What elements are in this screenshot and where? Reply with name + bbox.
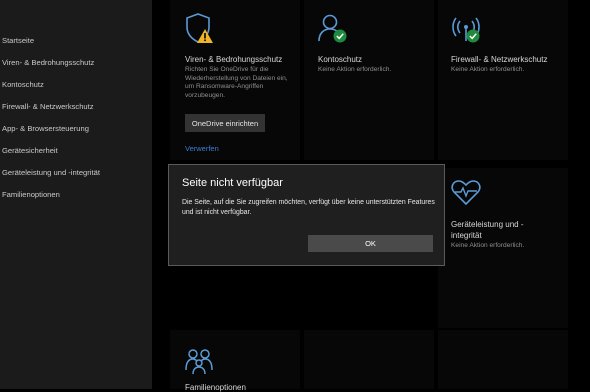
sidebar-item-home[interactable]: Startseite	[2, 36, 34, 45]
shield-warning-icon	[186, 13, 213, 43]
virus-tile-description: Richten Sie OneDrive für die Wiederherst…	[185, 66, 288, 100]
sidebar-item-firewall[interactable]: Firewall- & Netzwerkschutz	[2, 102, 94, 111]
sidebar-item-account-protection[interactable]: Kontoschutz	[2, 80, 44, 89]
setup-onedrive-button[interactable]: OneDrive einrichten	[185, 114, 265, 132]
dismiss-link[interactable]: Verwerfen	[185, 144, 219, 153]
firewall-tile-status: Keine Aktion erforderlich.	[451, 66, 525, 73]
firewall-tile-title: Firewall- & Netzwerkschutz	[451, 55, 548, 64]
page-unavailable-dialog: Seite nicht verfügbar Die Seite, auf die…	[168, 164, 445, 266]
sidebar-item-app-browser[interactable]: App- & Browsersteuerung	[2, 124, 89, 133]
account-tile-status: Keine Aktion erforderlich.	[318, 66, 392, 73]
heart-pulse-icon	[451, 180, 481, 206]
sidebar: Startseite Viren- & Bedrohungsschutz Kon…	[0, 0, 152, 389]
ok-button[interactable]: OK	[308, 235, 433, 252]
dialog-title: Seite nicht verfügbar	[182, 177, 283, 189]
family-icon	[185, 349, 213, 375]
tile-empty-2	[438, 330, 568, 389]
wifi-check-icon	[452, 17, 480, 43]
dialog-message: Die Seite, auf die Sie zugreifen möchten…	[182, 199, 435, 216]
performance-tile-title-line1: Geräteleistung und -	[451, 220, 524, 229]
sidebar-item-family[interactable]: Familienoptionen	[2, 190, 60, 199]
person-check-icon	[318, 14, 347, 43]
sidebar-item-virus-protection[interactable]: Viren- & Bedrohungsschutz	[2, 58, 94, 67]
sidebar-item-device-performance[interactable]: Geräteleistung und -integrität	[2, 168, 100, 177]
virus-tile-title: Viren- & Bedrohungsschutz	[185, 55, 283, 64]
sidebar-item-device-security[interactable]: Gerätesicherheit	[2, 146, 58, 155]
family-tile-title: Familienoptionen	[185, 383, 246, 392]
performance-tile-status: Keine Aktion erforderlich.	[451, 242, 525, 249]
tile-empty-1	[304, 330, 434, 389]
account-tile-title: Kontoschutz	[318, 55, 363, 64]
performance-tile-title-line2: integrität	[451, 231, 482, 240]
